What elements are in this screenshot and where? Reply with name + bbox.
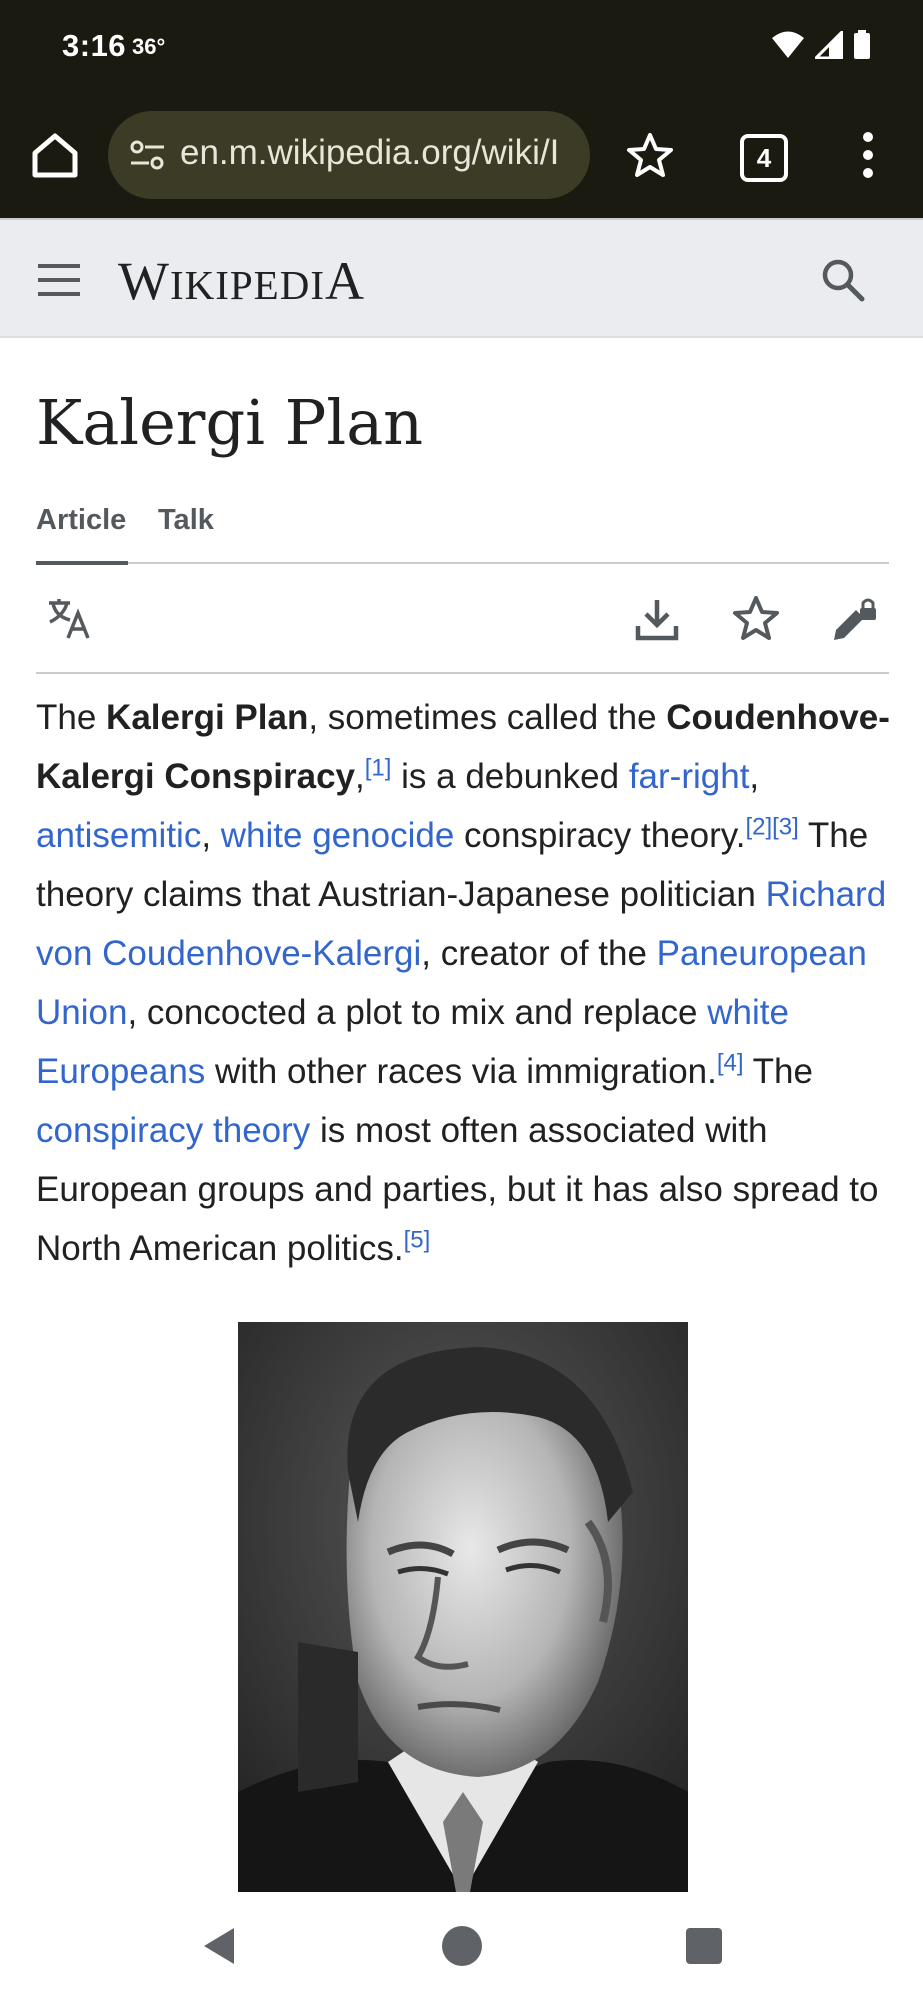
citation-link[interactable]: [1]: [365, 754, 392, 781]
search-icon[interactable]: [821, 258, 865, 302]
wordmark-a: A: [325, 251, 365, 311]
back-icon[interactable]: [196, 1922, 244, 1970]
download-icon[interactable]: [632, 594, 682, 644]
battery-icon: [854, 30, 870, 59]
home-circle-icon[interactable]: [438, 1922, 486, 1970]
article-link[interactable]: conspiracy theory: [36, 1111, 310, 1150]
wikipedia-header: WIKIPEDIA: [0, 218, 923, 338]
text-run: , creator of the: [421, 934, 657, 973]
text-run: The: [743, 1052, 813, 1091]
article-link[interactable]: white genocide: [221, 816, 455, 855]
page-actions: [36, 564, 889, 674]
status-time: 3:16: [62, 28, 127, 63]
status-bar: 3:16 36°: [0, 0, 923, 92]
text-run: ,: [355, 757, 365, 796]
text-run: , sometimes called the: [308, 698, 667, 737]
url-text[interactable]: en.m.wikipedia.org/wiki/I: [180, 133, 559, 173]
status-temperature: 36°: [132, 34, 166, 59]
wordmark-middle: IKIPEDI: [169, 262, 325, 308]
status-icons: [771, 30, 871, 60]
address-bar[interactable]: en.m.wikipedia.org/wiki/I: [108, 111, 590, 199]
portrait-photo[interactable]: [238, 1322, 688, 1892]
article-link[interactable]: antisemitic: [36, 816, 201, 855]
citation-link[interactable]: [3]: [772, 813, 799, 840]
signal-icon: [815, 31, 843, 59]
text-run: The: [36, 698, 107, 737]
watch-star-icon[interactable]: [731, 594, 781, 644]
browser-toolbar: en.m.wikipedia.org/wiki/I 4: [0, 92, 923, 218]
text-run: with other races via immigration.: [205, 1052, 717, 1091]
text-run: is a debunked: [391, 757, 629, 796]
main-menu-icon[interactable]: [38, 262, 80, 298]
home-icon[interactable]: [28, 128, 82, 182]
edit-locked-icon[interactable]: [830, 594, 880, 644]
more-options-icon[interactable]: [856, 128, 880, 182]
bookmark-star-icon[interactable]: [624, 130, 676, 182]
lead-paragraph: The Kalergi Plan, sometimes called the C…: [36, 688, 896, 1278]
text-run: ,: [749, 757, 760, 796]
article-link[interactable]: far-right: [629, 757, 750, 796]
text-run: conspiracy theory.: [454, 816, 746, 855]
site-settings-icon[interactable]: [128, 135, 168, 175]
wordmark-w: W: [118, 251, 170, 311]
system-navigation-bar: [0, 1892, 923, 2000]
text-run: , concocted a plot to mix and replace: [127, 993, 708, 1032]
tab-article[interactable]: Article: [36, 504, 126, 537]
portrait-image: [238, 1322, 688, 1892]
citation-link[interactable]: [5]: [404, 1226, 431, 1253]
citation-link[interactable]: [2]: [745, 813, 772, 840]
wikipedia-wordmark[interactable]: WIKIPEDIA: [118, 250, 365, 312]
recents-icon[interactable]: [682, 1924, 726, 1968]
page-title: Kalergi Plan: [36, 386, 424, 459]
text-run: ,: [201, 816, 221, 855]
bold-term: Kalergi Plan: [106, 698, 309, 737]
wifi-icon: [772, 31, 804, 58]
page-tabs: Article Talk: [36, 500, 889, 565]
tab-switcher-button[interactable]: 4: [740, 134, 788, 182]
language-icon[interactable]: [46, 594, 96, 644]
tab-talk[interactable]: Talk: [158, 504, 214, 537]
citation-link[interactable]: [4]: [717, 1049, 744, 1076]
article-body: The Kalergi Plan, sometimes called the C…: [36, 688, 896, 1278]
